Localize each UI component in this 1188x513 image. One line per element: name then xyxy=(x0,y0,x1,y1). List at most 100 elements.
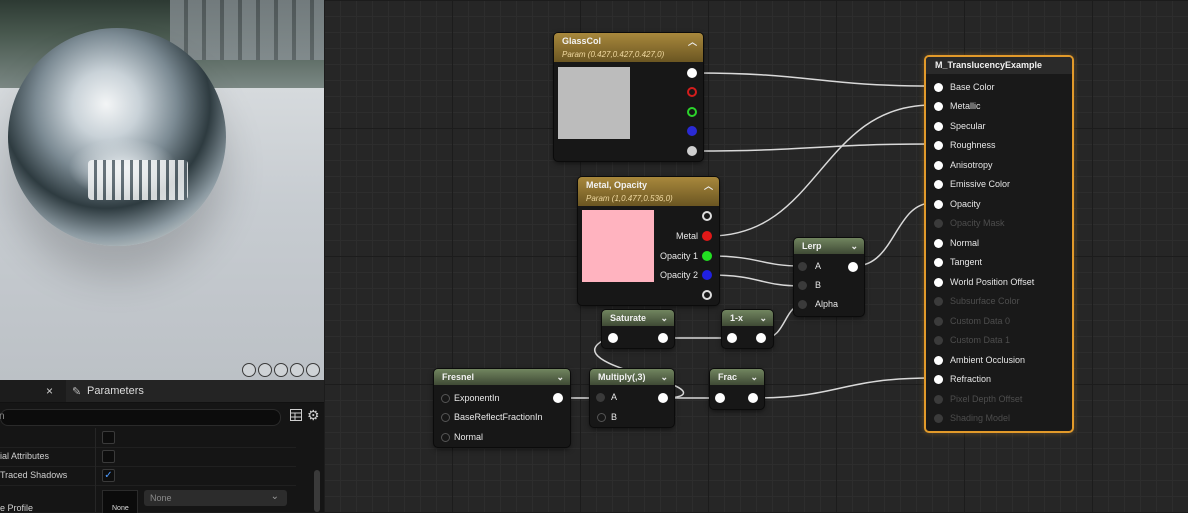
input-label-basereflect: BaseReflectFractionIn xyxy=(454,412,543,422)
collapse-chevron-icon[interactable]: ︿ xyxy=(688,35,697,49)
input-pin[interactable] xyxy=(934,102,943,111)
output-label-opacity1: Opacity 1 xyxy=(659,251,698,261)
property-row: ial Attributes xyxy=(0,447,296,467)
cube-preview-icon[interactable] xyxy=(290,363,304,377)
input-label: Anisotropy xyxy=(950,160,993,170)
input-label: Custom Data 0 xyxy=(950,316,1011,326)
output-pin-r[interactable] xyxy=(687,87,697,97)
asset-thumbnail[interactable]: None xyxy=(102,490,138,513)
table-view-icon[interactable] xyxy=(290,409,302,421)
input-pin[interactable] xyxy=(715,393,725,403)
input-pin-a[interactable] xyxy=(798,262,807,271)
collapse-chevron-icon[interactable]: ⌄ xyxy=(750,369,758,385)
output-pin[interactable] xyxy=(756,333,766,343)
input-label: World Position Offset xyxy=(950,277,1035,287)
input-pin-a[interactable] xyxy=(596,393,605,402)
input-pin[interactable] xyxy=(934,278,943,287)
output-pin-metal[interactable] xyxy=(702,231,712,241)
output-pin-a[interactable] xyxy=(702,290,712,300)
output-pin-g[interactable] xyxy=(687,107,697,117)
property-checkbox[interactable] xyxy=(102,450,115,463)
property-label: Traced Shadows xyxy=(0,470,68,480)
material-result-node[interactable]: M_TranslucencyExample Base Color Metalli… xyxy=(924,55,1074,433)
frac-node[interactable]: Frac ⌄ xyxy=(710,369,764,409)
input-label: Pixel Depth Offset xyxy=(950,394,1023,404)
property-checkbox[interactable] xyxy=(102,431,115,444)
input-label-exponent: ExponentIn xyxy=(454,393,500,403)
input-pin[interactable] xyxy=(934,375,943,384)
output-pin[interactable] xyxy=(658,393,668,403)
fresnel-node[interactable]: Fresnel ⌄ ExponentIn BaseReflectFraction… xyxy=(434,369,570,447)
input-pin[interactable] xyxy=(727,333,737,343)
input-label: Shading Model xyxy=(950,413,1011,423)
collapse-chevron-icon[interactable]: ⌄ xyxy=(660,310,668,326)
property-label: ial Attributes xyxy=(0,451,50,461)
input-label: Emissive Color xyxy=(950,179,1011,189)
input-pin[interactable] xyxy=(934,180,943,189)
input-pin[interactable] xyxy=(608,333,618,343)
metal-opacity-node[interactable]: Metal, Opacity Param (1,0.477,0.536,0) ︿… xyxy=(578,177,719,305)
input-label: Metallic xyxy=(950,101,981,111)
output-pin-a[interactable] xyxy=(687,146,697,156)
output-pin-rgb[interactable] xyxy=(702,211,712,221)
output-pin[interactable] xyxy=(848,262,858,272)
details-search-input[interactable]: n xyxy=(0,409,281,426)
settings-gear-icon[interactable]: ⚙ xyxy=(307,407,320,424)
output-pin-b[interactable] xyxy=(687,126,697,136)
input-pin[interactable] xyxy=(934,161,943,170)
plane-preview-icon[interactable] xyxy=(274,363,288,377)
node-header: Frac ⌄ xyxy=(710,369,764,385)
details-scrollbar[interactable] xyxy=(314,470,320,512)
node-header: 1-x ⌄ xyxy=(722,310,773,326)
input-pin[interactable] xyxy=(934,83,943,92)
lerp-node[interactable]: Lerp ⌄ A B Alpha xyxy=(794,238,864,316)
node-header: Multiply(,3) ⌄ xyxy=(590,369,674,385)
output-pin-rgb[interactable] xyxy=(687,68,697,78)
viewport-building xyxy=(170,0,324,60)
chevron-down-icon: ⌄ xyxy=(270,491,279,502)
input-pin[interactable] xyxy=(934,239,943,248)
collapse-chevron-icon[interactable]: ⌄ xyxy=(850,238,858,254)
input-label: Custom Data 1 xyxy=(950,335,1011,345)
input-pin-b[interactable] xyxy=(597,413,606,422)
input-pin[interactable] xyxy=(934,122,943,131)
input-pin-alpha[interactable] xyxy=(798,300,807,309)
pencil-icon: ✎ xyxy=(72,386,82,398)
cylinder-preview-icon[interactable] xyxy=(242,363,256,377)
input-pin[interactable] xyxy=(934,356,943,365)
multiply-node[interactable]: Multiply(,3) ⌄ A B xyxy=(590,369,674,427)
collapse-chevron-icon[interactable]: ⌄ xyxy=(556,369,564,385)
output-pin-opacity2[interactable] xyxy=(702,270,712,280)
output-pin[interactable] xyxy=(553,393,563,403)
saturate-node[interactable]: Saturate ⌄ xyxy=(602,310,674,348)
input-label: Refraction xyxy=(950,374,992,384)
property-checkbox-checked[interactable]: ✓ xyxy=(102,469,115,482)
input-pin-exponent[interactable] xyxy=(441,394,450,403)
input-pin-b[interactable] xyxy=(798,281,807,290)
input-pin-basereflect[interactable] xyxy=(441,413,450,422)
output-pin[interactable] xyxy=(658,333,668,343)
node-header: GlassCol Param (0.427,0.427,0.427,0) ︿ xyxy=(554,33,703,62)
input-pin[interactable] xyxy=(934,200,943,209)
input-label: Specular xyxy=(950,121,986,131)
profile-dropdown[interactable]: None ⌄ xyxy=(144,490,287,506)
output-label-opacity2: Opacity 2 xyxy=(659,270,698,280)
material-preview-viewport[interactable] xyxy=(0,0,324,380)
input-pin[interactable] xyxy=(934,141,943,150)
input-label: Base Color xyxy=(950,82,995,92)
input-pin xyxy=(934,297,943,306)
output-pin[interactable] xyxy=(748,393,758,403)
tab-parameters[interactable]: ✎ Parameters xyxy=(66,380,324,402)
input-pin-normal[interactable] xyxy=(441,433,450,442)
output-label-metal: Metal xyxy=(675,231,698,241)
sphere-preview-icon[interactable] xyxy=(258,363,272,377)
mesh-preview-icon[interactable] xyxy=(306,363,320,377)
glasscol-node[interactable]: GlassCol Param (0.427,0.427,0.427,0) ︿ xyxy=(554,33,703,161)
one-minus-x-node[interactable]: 1-x ⌄ xyxy=(722,310,773,348)
output-pin-opacity1[interactable] xyxy=(702,251,712,261)
input-pin[interactable] xyxy=(934,258,943,267)
collapse-chevron-icon[interactable]: ︿ xyxy=(704,179,713,193)
collapse-chevron-icon[interactable]: ⌄ xyxy=(660,369,668,385)
collapse-chevron-icon[interactable]: ⌄ xyxy=(759,310,767,326)
close-tab-icon[interactable]: × xyxy=(46,384,53,398)
